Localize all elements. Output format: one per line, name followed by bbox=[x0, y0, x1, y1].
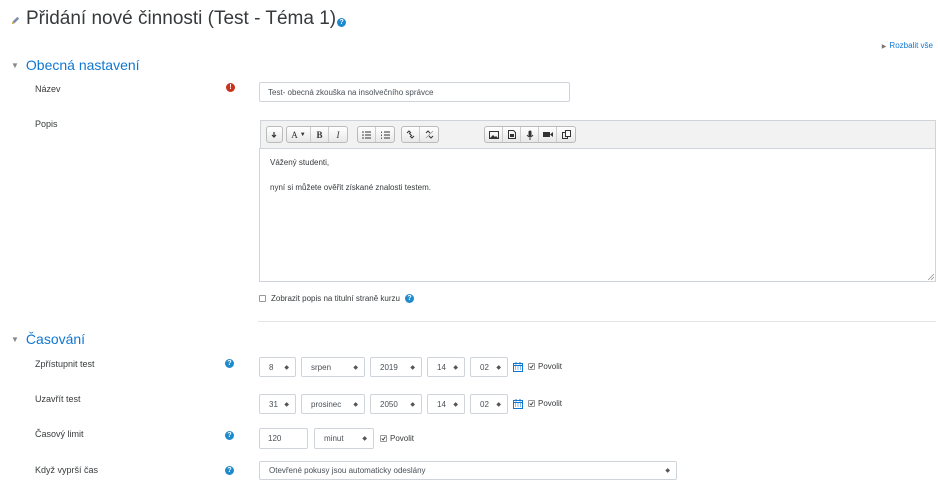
close-month-select[interactable]: prosinec ◆ bbox=[301, 394, 365, 414]
time-limit-enable-row: Povolit bbox=[380, 434, 414, 443]
collapse-icon[interactable] bbox=[267, 127, 282, 142]
page-title-text: Přidání nové činnosti (Test - Téma 1) bbox=[26, 8, 337, 29]
link-icon[interactable] bbox=[402, 127, 420, 142]
name-input-value: Test- obecná zkouška na insolvečního spr… bbox=[268, 87, 434, 97]
close-enable-row: Povolit bbox=[528, 399, 562, 408]
open-enable-checkbox[interactable] bbox=[528, 363, 535, 370]
toolbar-group-1 bbox=[266, 126, 283, 143]
page-title: Přidání nové činnosti (Test - Téma 1) ? bbox=[10, 8, 347, 30]
time-limit-unit-select[interactable]: minut ◆ bbox=[314, 428, 374, 449]
time-limit-input[interactable]: 120 bbox=[259, 428, 308, 449]
section-timing-title: Časování bbox=[25, 331, 86, 347]
show-description-checkbox[interactable] bbox=[259, 295, 266, 302]
section-timing-header[interactable]: ▼ Časování bbox=[11, 331, 85, 347]
open-enable-label: Povolit bbox=[538, 362, 563, 371]
quiz-icon bbox=[11, 16, 20, 24]
bold-icon[interactable]: B bbox=[311, 127, 329, 142]
open-minute-select[interactable]: 02 ◆ bbox=[470, 357, 508, 377]
close-minute-select[interactable]: 02 ◆ bbox=[470, 394, 508, 414]
open-year-select[interactable]: 2019 ◆ bbox=[370, 357, 422, 377]
open-quiz-label: Zpřístupnit test bbox=[35, 359, 95, 369]
open-month-select[interactable]: srpen ◆ bbox=[301, 357, 365, 377]
ordered-list-icon[interactable] bbox=[376, 127, 394, 142]
close-quiz-label: Uzavřít test bbox=[35, 394, 81, 404]
open-day-select[interactable]: 8 ◆ bbox=[259, 357, 296, 377]
section-general-title: Obecná nastavení bbox=[25, 57, 140, 73]
show-description-row: Zobrazit popis na titulní straně kurzu ? bbox=[259, 294, 414, 303]
section-general-header[interactable]: ▼ Obecná nastavení bbox=[11, 57, 140, 73]
collapse-caret-icon: ▼ bbox=[11, 334, 19, 344]
help-icon[interactable]: ? bbox=[404, 294, 414, 303]
close-day-select[interactable]: 31 ◆ bbox=[259, 394, 296, 414]
toolbar-group-2: A ▼ B I bbox=[286, 126, 348, 143]
resize-handle-icon[interactable] bbox=[927, 273, 934, 280]
description-label: Popis bbox=[35, 119, 58, 129]
name-input[interactable]: Test- obecná zkouška na insolvečního spr… bbox=[259, 82, 570, 102]
calendar-icon[interactable] bbox=[513, 399, 523, 409]
close-hour-select[interactable]: 14 ◆ bbox=[427, 394, 465, 414]
expand-all-label: Rozbalit vše bbox=[889, 41, 933, 50]
required-icon: ! bbox=[226, 83, 235, 92]
toolbar-group-5 bbox=[484, 126, 576, 143]
open-enable-row: Povolit bbox=[528, 362, 562, 371]
description-editor[interactable]: Vážený studenti, nyní si můžete ověřit z… bbox=[259, 148, 936, 282]
record-video-icon[interactable] bbox=[539, 127, 557, 142]
collapse-caret-icon: ▼ bbox=[11, 60, 19, 70]
help-icon[interactable]: ? bbox=[225, 359, 234, 368]
toolbar-group-3 bbox=[357, 126, 395, 143]
image-icon[interactable] bbox=[485, 127, 503, 142]
calendar-icon[interactable] bbox=[513, 362, 523, 372]
help-icon[interactable]: ? bbox=[225, 431, 234, 440]
time-limit-label: Časový limit bbox=[35, 429, 84, 439]
open-hour-select[interactable]: 14 ◆ bbox=[427, 357, 465, 377]
toolbar-group-4 bbox=[401, 126, 439, 143]
media-icon[interactable] bbox=[503, 127, 521, 142]
expand-all-link[interactable]: ▶ Rozbalit vše bbox=[882, 41, 933, 50]
editor-line-2: nyní si můžete ověřit získané znalosti t… bbox=[270, 183, 431, 192]
italic-icon[interactable]: I bbox=[329, 127, 347, 142]
manage-files-icon[interactable] bbox=[557, 127, 575, 142]
font-style-icon[interactable]: A ▼ bbox=[287, 127, 311, 142]
when-expires-select[interactable]: Otevřené pokusy jsou automaticky odeslán… bbox=[259, 461, 677, 480]
expand-triangle-icon: ▶ bbox=[881, 44, 887, 50]
editor-toolbar: A ▼ B I bbox=[260, 120, 936, 148]
help-icon[interactable]: ? bbox=[337, 17, 347, 27]
close-enable-checkbox[interactable] bbox=[528, 400, 535, 407]
name-label: Název bbox=[35, 84, 61, 94]
time-limit-value: 120 bbox=[268, 434, 282, 443]
close-year-select[interactable]: 2050 ◆ bbox=[370, 394, 422, 414]
show-description-label: Zobrazit popis na titulní straně kurzu bbox=[271, 294, 400, 303]
unordered-list-icon[interactable] bbox=[358, 127, 376, 142]
editor-line-1: Vážený studenti, bbox=[270, 158, 330, 167]
section-divider bbox=[258, 321, 936, 322]
unlink-icon[interactable] bbox=[420, 127, 438, 142]
time-limit-enable-checkbox[interactable] bbox=[380, 435, 387, 442]
record-audio-icon[interactable] bbox=[521, 127, 539, 142]
when-expires-label: Když vyprší čas bbox=[35, 465, 99, 475]
close-enable-label: Povolit bbox=[538, 399, 563, 408]
time-limit-enable-label: Povolit bbox=[390, 434, 415, 443]
help-icon[interactable]: ? bbox=[225, 466, 234, 475]
